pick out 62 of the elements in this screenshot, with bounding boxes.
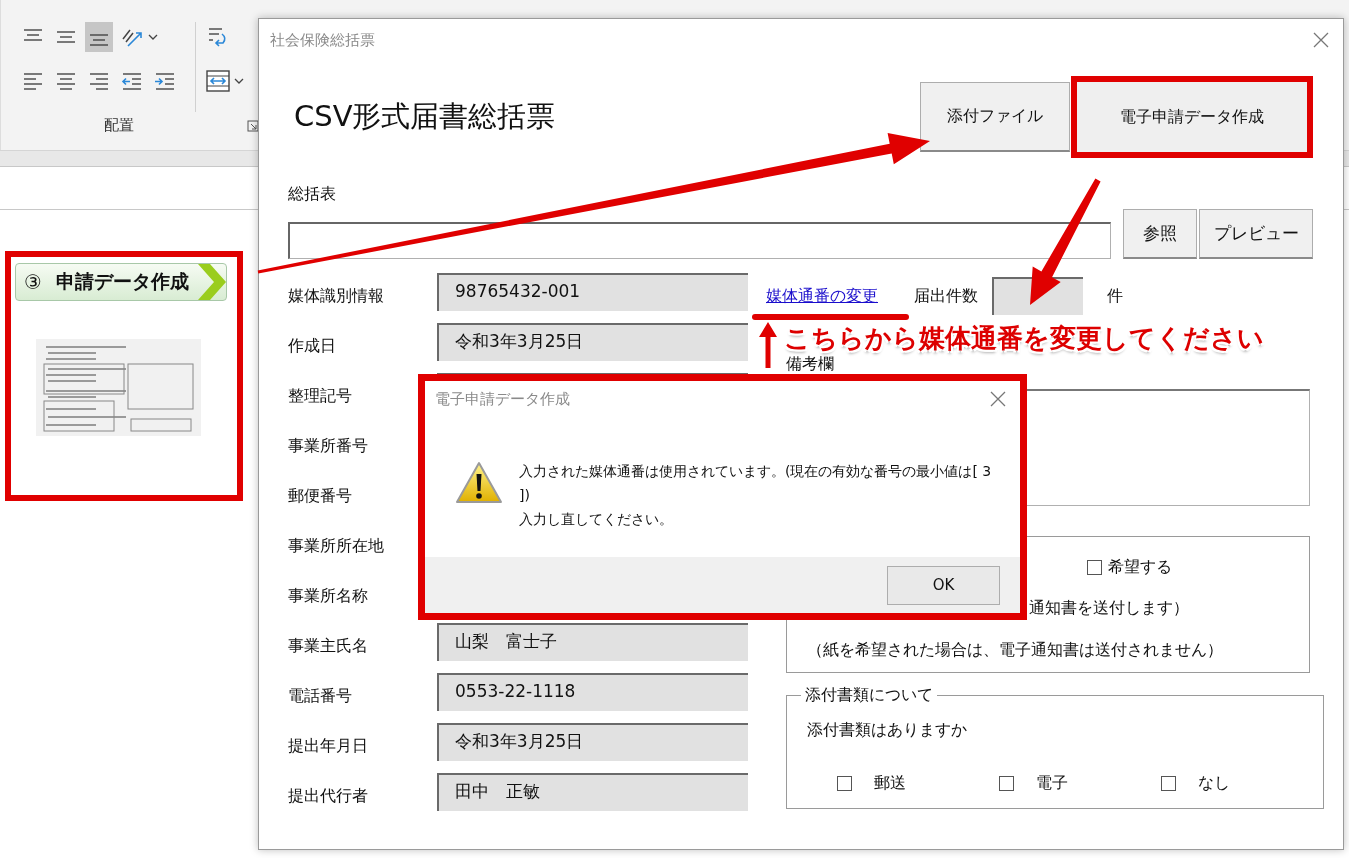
- note-text: （紙を希望された場合は、電子通知書は送付されません）: [807, 640, 1224, 661]
- field-label: 郵便番号: [288, 485, 353, 507]
- field-label: 整理記号: [288, 385, 353, 407]
- field-label: 提出代行者: [288, 785, 369, 807]
- checkbox-label: 郵送: [874, 773, 906, 794]
- field-label: 備考欄: [786, 355, 835, 373]
- unit-label: 件: [1107, 285, 1123, 307]
- field-label: 作成日: [288, 335, 337, 357]
- annotation-text: こちらから媒体通番を変更してください: [784, 322, 1264, 355]
- checkbox[interactable]: [1161, 776, 1176, 791]
- close-icon: [1313, 32, 1329, 48]
- close-icon: [990, 391, 1006, 407]
- align-center-icon: [54, 71, 78, 91]
- caret-icon: [148, 33, 158, 41]
- field-label: 事業所所在地: [288, 535, 385, 557]
- input-field[interactable]: 令和3年3月25日: [437, 723, 748, 761]
- field-label: 媒体識別情報: [288, 285, 385, 307]
- caret-icon: [234, 77, 244, 85]
- window-title: 電子申請データ作成: [435, 389, 570, 409]
- checkbox[interactable]: [837, 776, 852, 791]
- field-label: 事業主氏名: [288, 635, 369, 657]
- dialog-launcher-icon: [247, 119, 259, 132]
- form-heading: CSV形式届書総括票: [294, 98, 556, 135]
- window-title: 社会保険総括票: [270, 30, 375, 50]
- pointer-arrow: [759, 322, 777, 368]
- input-field[interactable]: 令和3年3月25日: [437, 323, 748, 361]
- ok-button[interactable]: OK: [887, 565, 1000, 605]
- merge-cells-icon: [205, 69, 231, 93]
- field-label: 電話番号: [288, 685, 353, 707]
- input-field[interactable]: 98765432-001: [437, 273, 748, 311]
- indent-increase-icon: [153, 71, 177, 91]
- link[interactable]: 媒体通番の変更: [766, 285, 878, 307]
- checkbox-label: 電子: [1036, 773, 1068, 794]
- input-field[interactable]: 田中 正敏: [437, 773, 748, 811]
- question-text: 添付書類はありますか: [807, 720, 968, 741]
- message-text: 入力し直してください。: [519, 510, 674, 529]
- step-title: 申請データ作成: [55, 269, 189, 294]
- field-label: 事業所番号: [288, 435, 369, 457]
- chevron-icon: [198, 264, 226, 300]
- checkbox[interactable]: [1087, 560, 1102, 575]
- align-left-icon: [21, 71, 45, 91]
- field-label: 事業所名称: [288, 585, 369, 607]
- field-label: 提出年月日: [288, 735, 369, 757]
- input-field[interactable]: 山梨 富士子: [437, 623, 748, 661]
- group-label: 配置: [104, 116, 134, 135]
- warning-icon: [455, 461, 503, 505]
- group-title: 添付書類について: [804, 685, 934, 706]
- dialog-button[interactable]: 参照: [1123, 209, 1198, 259]
- note-text: 通知書を送付します）: [1029, 598, 1190, 619]
- toolbar-button[interactable]: 電子申請データ作成: [1071, 76, 1313, 158]
- field-label: 総括表: [288, 184, 337, 204]
- dialog-button[interactable]: プレビュー: [1199, 209, 1313, 259]
- align-right-icon: [87, 71, 111, 91]
- checkbox-label: 希望する: [1108, 557, 1172, 578]
- checkbox[interactable]: [999, 776, 1014, 791]
- step-number: ③: [24, 270, 42, 294]
- checkbox-label: なし: [1198, 773, 1230, 794]
- input-field[interactable]: 0553-22-1118: [437, 673, 748, 711]
- toolbar-button[interactable]: 添付ファイル: [920, 82, 1070, 152]
- indent-decrease-icon: [120, 71, 144, 91]
- message-text: 入力された媒体通番は使用されています。(現在の有効な番号の最小値は[ 3 ]): [519, 462, 993, 505]
- field-label: 届出件数: [914, 285, 978, 307]
